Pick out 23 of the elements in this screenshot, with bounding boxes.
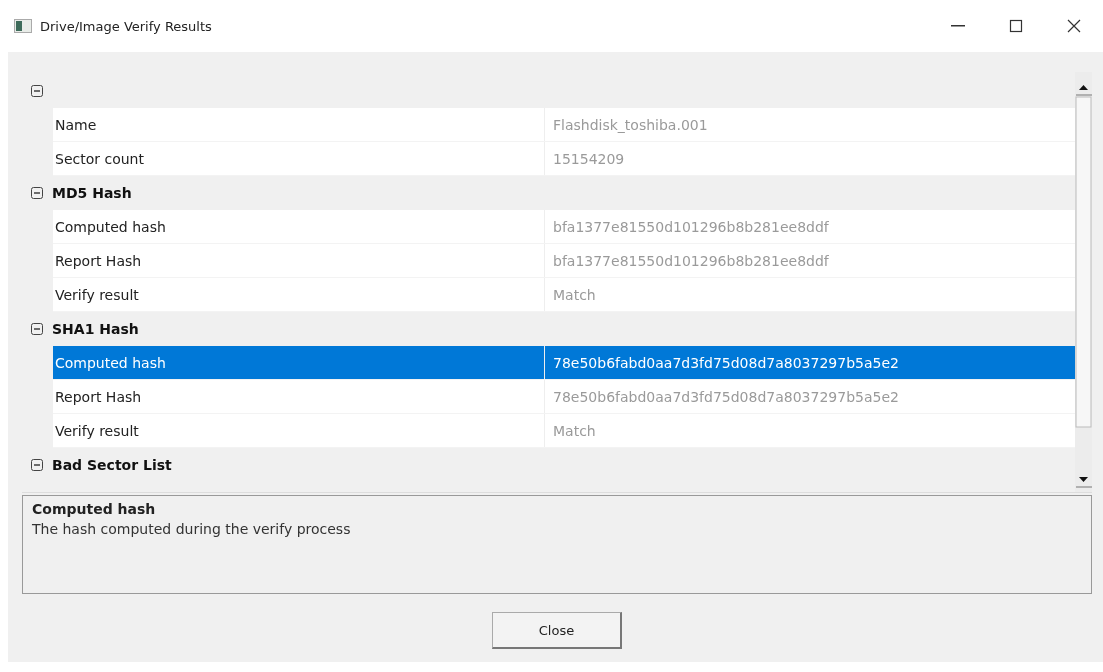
- property-row[interactable]: Verify result Match: [53, 414, 1075, 448]
- close-icon: [1067, 19, 1081, 33]
- category-label: MD5 Hash: [52, 185, 132, 201]
- collapse-icon[interactable]: [31, 187, 43, 199]
- property-row[interactable]: Sector count 15154209: [53, 142, 1075, 176]
- category-label: SHA1 Hash: [52, 321, 139, 337]
- minimize-icon: [951, 25, 965, 27]
- description-text: The hash computed during the verify process: [32, 521, 352, 537]
- app-icon: [14, 19, 32, 33]
- property-row[interactable]: Report Hash 78e50b6fabd0aa7d3fd75d08d7a8037297b5a5e2: [53, 380, 1075, 414]
- window-title: Drive/Image Verify Results: [40, 18, 213, 34]
- collapse-icon[interactable]: [31, 323, 43, 335]
- property-row[interactable]: Computed hash 78e50b6fabd0aa7d3fd75d08d7a8037297b5a5e2: [53, 346, 1075, 380]
- property-row[interactable]: Report Hash bfa1377e81550d101296b8b281ee8ddf: [53, 244, 1075, 278]
- collapse-icon[interactable]: [31, 459, 43, 471]
- description-title: Computed hash: [32, 501, 157, 517]
- property-row[interactable]: Computed hash bfa1377e81550d101296b8b281ee8ddf: [53, 210, 1075, 244]
- property-row[interactable]: Verify result Match: [53, 278, 1075, 312]
- category-label: Bad Sector List: [52, 457, 172, 473]
- collapse-icon[interactable]: [31, 85, 43, 97]
- property-row[interactable]: Name Flashdisk_toshiba.001: [53, 108, 1075, 142]
- close-button[interactable]: Close: [492, 612, 622, 649]
- maximize-icon: [1009, 19, 1023, 33]
